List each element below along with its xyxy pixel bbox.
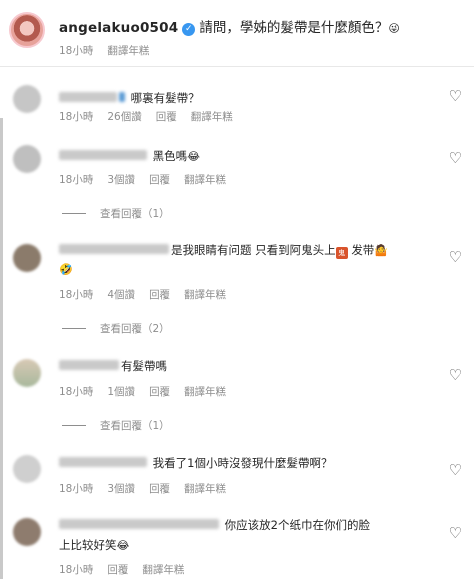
translate-link[interactable]: 翻譯年糕: [184, 174, 226, 186]
comment-meta: 18小時 3個讚 回覆 翻譯年糕: [59, 481, 240, 496]
view-replies-button[interactable]: 查看回覆（1）: [62, 206, 170, 221]
reply-button[interactable]: 回覆: [149, 386, 170, 398]
blurred-username[interactable]: [59, 360, 119, 370]
translate-link[interactable]: 翻譯年糕: [184, 483, 226, 495]
reply-button[interactable]: 回覆: [149, 174, 170, 186]
comment-text-line: 哪裏有髮帶？: [59, 89, 200, 108]
view-replies-button[interactable]: 查看回覆（1）: [62, 418, 170, 433]
avatar[interactable]: [9, 12, 45, 48]
ghost-sticker-icon: 鬼: [335, 247, 348, 259]
comment-meta: 18小時 回覆 翻譯年糕: [59, 562, 198, 577]
comment-text-2: 上比较好笑: [59, 538, 117, 552]
translate-link[interactable]: 翻譯年糕: [191, 111, 233, 123]
view-replies-label[interactable]: 查看回覆（2）: [100, 323, 170, 335]
heart-icon[interactable]: ♡: [449, 526, 462, 541]
post-header: angelakuo0504 ✓ 請問，學姊的髮帶是什麼顏色？😜 18小時 翻譯年糕: [0, 0, 474, 66]
post-username[interactable]: angelakuo0504: [59, 20, 178, 36]
verified-icon: ✓: [182, 23, 196, 36]
translate-link[interactable]: 翻譯年糕: [142, 564, 184, 576]
reply-button[interactable]: 回覆: [149, 483, 170, 495]
replies-dash: [62, 213, 86, 214]
comment-time: 18小時: [59, 564, 94, 576]
winking-tongue-emoji-icon: 😜: [388, 22, 400, 35]
blurred-badge: [119, 92, 125, 102]
translate-link[interactable]: 翻譯年糕: [184, 289, 226, 301]
comment-text-line-2: 🤣: [59, 260, 73, 279]
rolling-laugh-emoji-icon: 🤣: [59, 263, 73, 276]
comment-likes[interactable]: 4個讚: [107, 289, 135, 301]
view-replies-button[interactable]: 查看回覆（2）: [62, 321, 170, 336]
reply-button[interactable]: 回覆: [156, 111, 177, 123]
laughing-emoji-icon: 😂: [116, 539, 130, 552]
comment-meta: 18小時 4個讚 回覆 翻譯年糕: [59, 287, 240, 302]
heart-icon[interactable]: ♡: [449, 151, 462, 166]
shrug-emoji-icon: 🤷: [374, 244, 389, 257]
comment-avatar[interactable]: [13, 244, 41, 272]
blurred-username[interactable]: [59, 244, 169, 254]
comment-likes[interactable]: 26個讚: [107, 111, 141, 123]
comment-meta: 18小時 1個讚 回覆 翻譯年糕: [59, 384, 240, 399]
comment-avatar[interactable]: [13, 359, 41, 387]
comment-text-line: 有髮帶嗎: [59, 357, 167, 376]
heart-icon[interactable]: ♡: [449, 463, 462, 478]
heart-icon[interactable]: ♡: [449, 89, 462, 104]
scrollbar-track[interactable]: [0, 118, 3, 579]
comment-avatar[interactable]: [13, 145, 41, 173]
comment-time: 18小時: [59, 483, 94, 495]
comment-likes[interactable]: 1個讚: [107, 386, 135, 398]
comment-text-line-2: 上比较好笑😂: [59, 536, 129, 555]
post-caption: 請問，學姊的髮帶是什麼顏色？: [199, 20, 389, 36]
comment-avatar[interactable]: [13, 455, 41, 483]
comment-text-line: 你应该放2个纸巾在你们的脸: [59, 516, 370, 535]
blurred-username[interactable]: [59, 92, 117, 102]
post-meta: 18小時 翻譯年糕: [59, 43, 163, 58]
comment-text: 我看了1個小時沒發現什麼髮帶啊？: [152, 456, 333, 470]
comment-text: 你应该放2个纸巾在你们的脸: [224, 518, 370, 532]
comment-text: 哪裏有髮帶？: [130, 91, 200, 105]
comment-text-line: 黑色嗎😂: [59, 147, 200, 166]
comment-text-line: 是我眼睛有问题 只看到阿鬼头上鬼 发带🤷: [59, 241, 388, 260]
comment-time: 18小時: [59, 289, 94, 301]
comment-likes[interactable]: 3個讚: [107, 483, 135, 495]
comment-time: 18小時: [59, 174, 94, 186]
blurred-username[interactable]: [59, 150, 147, 160]
comment-meta: 18小時 26個讚 回覆 翻譯年糕: [59, 109, 247, 124]
replies-dash: [62, 425, 86, 426]
comment-time: 18小時: [59, 111, 94, 123]
comment-text: 有髮帶嗎: [121, 359, 167, 373]
reply-button[interactable]: 回覆: [149, 289, 170, 301]
view-replies-label[interactable]: 查看回覆（1）: [100, 208, 170, 220]
divider: [0, 66, 474, 67]
translate-link[interactable]: 翻譯年糕: [184, 386, 226, 398]
heart-icon[interactable]: ♡: [449, 250, 462, 265]
comment-text-2: 发带: [351, 243, 375, 257]
replies-dash: [62, 328, 86, 329]
comment-text: 黑色嗎: [152, 149, 188, 163]
reply-button[interactable]: 回覆: [107, 564, 128, 576]
view-replies-label[interactable]: 查看回覆（1）: [100, 420, 170, 432]
post-caption-line: angelakuo0504 ✓ 請問，學姊的髮帶是什麼顏色？😜: [59, 16, 400, 36]
heart-icon[interactable]: ♡: [449, 368, 462, 383]
blurred-username[interactable]: [59, 457, 147, 467]
blurred-username[interactable]: [59, 519, 219, 529]
comment-meta: 18小時 3個讚 回覆 翻譯年糕: [59, 172, 240, 187]
comment-avatar[interactable]: [13, 518, 41, 546]
comment-text-line: 我看了1個小時沒發現什麼髮帶啊？: [59, 454, 332, 473]
comment-avatar[interactable]: [13, 85, 41, 113]
comment-time: 18小時: [59, 386, 94, 398]
laughing-emoji-icon: 😂: [187, 150, 201, 163]
comment-likes[interactable]: 3個讚: [107, 174, 135, 186]
post-translate-link[interactable]: 翻譯年糕: [107, 45, 149, 57]
comment-text: 是我眼睛有问题 只看到阿鬼头上: [171, 243, 336, 257]
post-time: 18小時: [59, 45, 94, 57]
